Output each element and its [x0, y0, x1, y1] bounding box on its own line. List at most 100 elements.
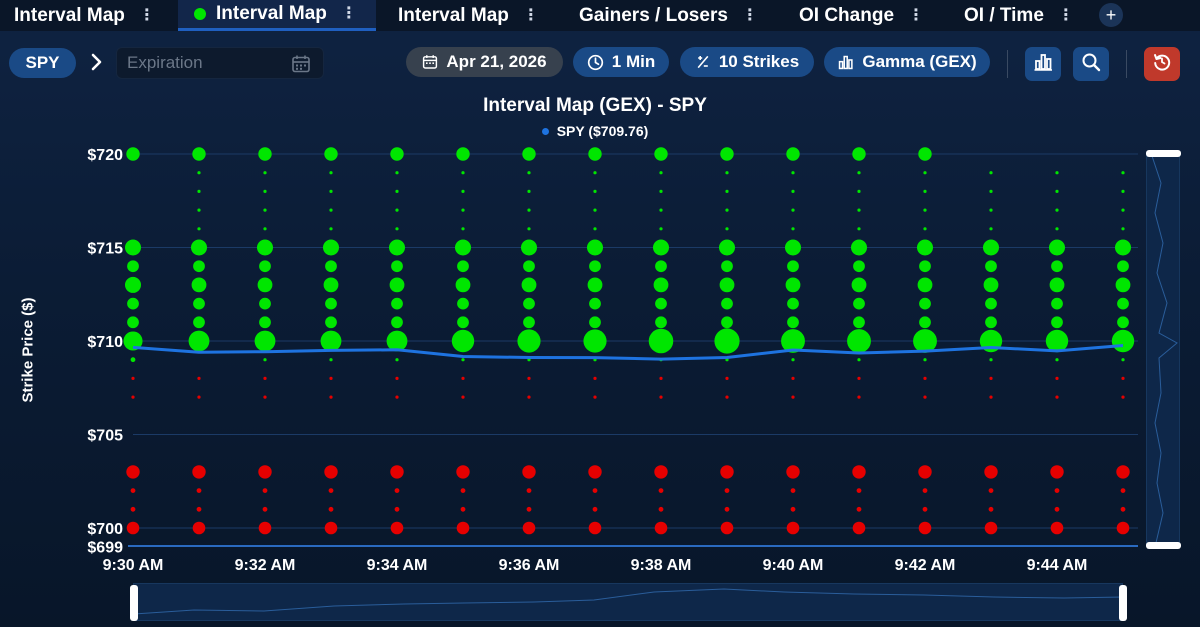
- positive-gex-bubble: [1055, 171, 1059, 175]
- negative-gex-bubble: [790, 488, 796, 493]
- positive-gex-bubble: [124, 239, 142, 256]
- interval-map-plot[interactable]: $720 $715 $710 $705 $700 $6999:30 AM 9:32 AM 9:…: [0, 0, 1200, 627]
- x-tick-label: 9:38 AM: [631, 557, 692, 574]
- positive-gex-bubble: [653, 277, 669, 293]
- negative-gex-bubble: [522, 465, 536, 479]
- strike-range-handle-bottom[interactable]: [1146, 542, 1181, 549]
- positive-gex-bubble: [648, 328, 674, 354]
- time-navigator[interactable]: [133, 583, 1125, 621]
- strike-range-slider[interactable]: [1146, 152, 1180, 548]
- negative-gex-bubble: [1055, 376, 1059, 380]
- negative-gex-bubble: [593, 395, 597, 399]
- interval-map-app: Interval Map ⋮ Interval Map ⋮ Interval M…: [0, 0, 1200, 627]
- positive-gex-bubble: [989, 189, 993, 193]
- positive-gex-bubble: [130, 357, 136, 363]
- negative-gex-bubble: [1054, 506, 1060, 512]
- x-tick-label: 9:32 AM: [235, 557, 296, 574]
- positive-gex-bubble: [652, 239, 670, 256]
- positive-gex-bubble: [923, 208, 927, 212]
- negative-gex-bubble: [593, 376, 597, 380]
- positive-gex-bubble: [395, 171, 399, 175]
- negative-gex-bubble: [918, 521, 932, 535]
- strike-range-handle-top[interactable]: [1146, 150, 1181, 157]
- negative-gex-bubble: [527, 376, 531, 380]
- y-tick-label: $700: [87, 521, 123, 538]
- positive-gex-bubble: [1051, 316, 1063, 329]
- positive-gex-bubble: [388, 239, 406, 256]
- negative-gex-bubble: [786, 521, 800, 535]
- negative-gex-bubble: [988, 488, 994, 493]
- negative-gex-bubble: [262, 488, 268, 493]
- positive-gex-bubble: [720, 147, 734, 161]
- positive-gex-bubble: [1049, 277, 1065, 293]
- positive-gex-bubble: [457, 260, 469, 273]
- positive-gex-bubble: [725, 189, 729, 193]
- negative-gex-bubble: [1120, 488, 1126, 493]
- negative-gex-bubble: [324, 521, 338, 535]
- time-navigator-sparkline: [133, 588, 1125, 615]
- negative-gex-bubble: [130, 488, 136, 493]
- positive-gex-bubble: [719, 277, 735, 293]
- negative-gex-bubble: [1116, 465, 1130, 479]
- positive-gex-bubble: [1051, 260, 1063, 273]
- negative-gex-bubble: [456, 465, 470, 479]
- positive-gex-bubble: [655, 260, 667, 273]
- positive-gex-bubble: [329, 227, 333, 231]
- positive-gex-bubble: [919, 260, 931, 273]
- negative-gex-bubble: [394, 488, 400, 493]
- time-navigator-handle-left[interactable]: [130, 585, 138, 621]
- negative-gex-bubble: [984, 465, 998, 479]
- negative-gex-bubble: [659, 376, 663, 380]
- positive-gex-bubble: [197, 208, 201, 212]
- positive-gex-bubble: [857, 358, 861, 362]
- positive-gex-bubble: [1115, 277, 1131, 293]
- negative-gex-bubble: [258, 521, 272, 535]
- negative-gex-bubble: [197, 395, 201, 399]
- positive-gex-bubble: [127, 260, 139, 273]
- y-tick-label: $720: [87, 147, 123, 164]
- negative-gex-bubble: [791, 376, 795, 380]
- positive-gex-bubble: [589, 297, 601, 310]
- positive-gex-bubble: [659, 171, 663, 175]
- positive-gex-bubble: [587, 277, 603, 293]
- positive-gex-bubble: [659, 208, 663, 212]
- negative-gex-bubble: [791, 395, 795, 399]
- negative-gex-bubble: [324, 465, 338, 479]
- negative-gex-bubble: [192, 465, 206, 479]
- positive-gex-bubble: [655, 316, 667, 329]
- positive-gex-bubble: [527, 171, 531, 175]
- positive-gex-bubble: [523, 316, 535, 329]
- y-tick-label: $710: [87, 334, 123, 351]
- positive-gex-bubble: [787, 316, 799, 329]
- positive-gex-bubble: [725, 171, 729, 175]
- negative-gex-bubble: [922, 488, 928, 493]
- negative-gex-bubble: [592, 488, 598, 493]
- positive-gex-bubble: [456, 147, 470, 161]
- time-navigator-handle-right[interactable]: [1119, 585, 1127, 621]
- positive-gex-bubble: [593, 227, 597, 231]
- positive-gex-bubble: [197, 227, 201, 231]
- positive-gex-bubble: [461, 208, 465, 212]
- positive-gex-bubble: [192, 147, 206, 161]
- negative-gex-bubble: [720, 521, 734, 535]
- negative-gex-bubble: [1121, 376, 1125, 380]
- positive-gex-bubble: [853, 297, 865, 310]
- positive-gex-bubble: [659, 189, 663, 193]
- positive-gex-bubble: [461, 171, 465, 175]
- positive-gex-bubble: [989, 227, 993, 231]
- positive-gex-bubble: [461, 358, 465, 362]
- positive-gex-bubble: [391, 260, 403, 273]
- positive-gex-bubble: [791, 189, 795, 193]
- negative-gex-bubble: [1121, 395, 1125, 399]
- positive-gex-bubble: [190, 239, 208, 256]
- positive-gex-bubble: [784, 239, 802, 256]
- negative-gex-bubble: [1055, 395, 1059, 399]
- positive-gex-bubble: [1117, 297, 1129, 310]
- positive-gex-bubble: [1121, 208, 1125, 212]
- positive-gex-bubble: [1055, 227, 1059, 231]
- negative-gex-bubble: [658, 506, 664, 512]
- positive-gex-bubble: [325, 260, 337, 273]
- negative-gex-bubble: [131, 376, 135, 380]
- positive-gex-bubble: [517, 329, 541, 353]
- negative-gex-bubble: [460, 506, 466, 512]
